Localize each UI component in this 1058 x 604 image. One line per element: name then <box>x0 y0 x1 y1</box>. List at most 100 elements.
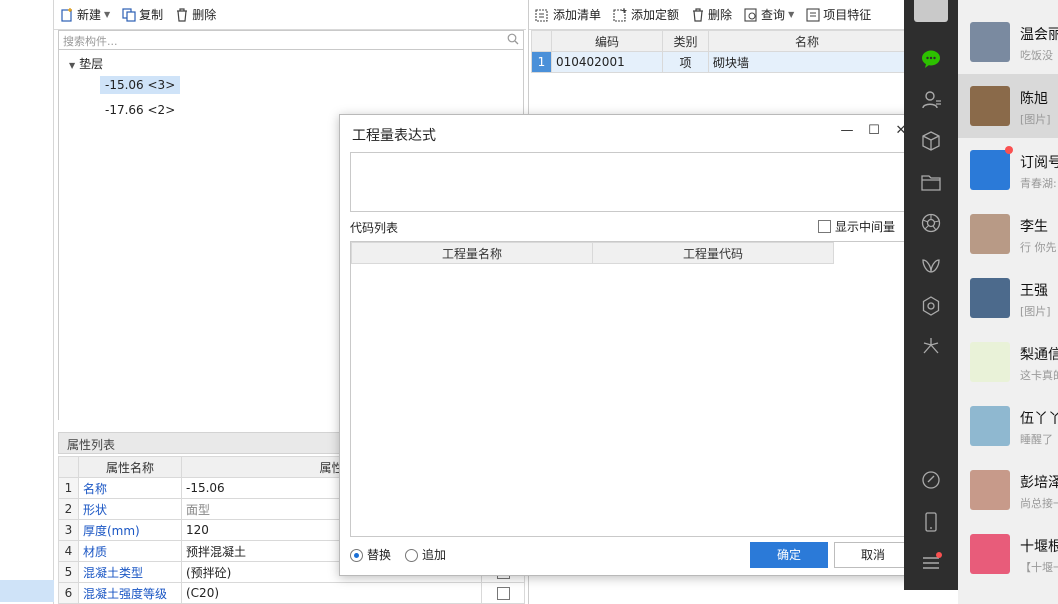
add-list-button[interactable]: 添加清单 <box>529 2 607 28</box>
prop-name: 形状 <box>78 498 182 520</box>
chat-preview: 这卡真的 <box>1020 369 1058 382</box>
trash-icon <box>177 7 188 22</box>
chat-name: 伍丫丫 <box>1020 411 1058 427</box>
search-placeholder: 搜索构件... <box>63 35 118 48</box>
mini-program-icon[interactable] <box>920 295 942 317</box>
quantity-header-code: 编码 <box>551 30 663 52</box>
new-icon <box>61 7 72 22</box>
row-number: 3 <box>58 519 79 541</box>
query-button[interactable]: 查询 ▼ <box>738 2 800 28</box>
chat-preview: 吃饭没 <box>1020 49 1053 62</box>
new-dropdown-icon[interactable]: ▼ <box>104 10 110 19</box>
add-quota-icon <box>613 7 627 22</box>
moments-icon[interactable] <box>920 212 942 234</box>
folder-icon[interactable] <box>920 171 942 193</box>
code-list-table: 工程量名称 工程量代码 <box>350 241 910 537</box>
delete-label: 删除 <box>192 8 217 22</box>
append-label: 追加 <box>422 548 447 562</box>
quantity-header-row: 编码 类别 名称 <box>531 30 906 52</box>
chat-icon[interactable] <box>920 48 942 70</box>
quantity-code[interactable]: 010402001 <box>551 51 663 73</box>
row-number: 4 <box>58 540 79 562</box>
phone-icon[interactable] <box>920 511 942 533</box>
left-nav-strip <box>0 0 54 604</box>
favorites-cube-icon[interactable] <box>920 130 942 152</box>
chat-preview: [图片] <box>1020 305 1051 318</box>
quantity-row-selected[interactable]: 1 010402001 项 砌块墙 <box>531 51 906 73</box>
col-quantity-code: 工程量代码 <box>592 242 834 264</box>
maximize-icon[interactable]: ☐ <box>864 123 884 138</box>
prop-name: 混凝土强度等级 <box>78 582 182 604</box>
menu-icon[interactable] <box>920 552 942 574</box>
copy-icon <box>122 7 136 22</box>
chat-preview: 青春湖: <box>1020 177 1057 190</box>
chat-preview: 睡醒了 <box>1020 433 1053 446</box>
prop-checkbox[interactable] <box>496 587 510 600</box>
chat-list-item[interactable]: 温会丽 吃饭没 <box>958 10 1058 74</box>
chat-name: 陈旭 <box>1020 91 1048 107</box>
props-row[interactable]: 6 混凝土强度等级 (C20) <box>58 582 525 604</box>
avatar[interactable] <box>914 0 948 22</box>
add-quota-button[interactable]: 添加定额 <box>607 2 685 28</box>
insert-mode-group: 替换 追加 <box>350 546 446 563</box>
row-number: 5 <box>58 561 79 583</box>
prop-value[interactable]: (C20) <box>181 582 482 604</box>
replace-radio[interactable] <box>350 549 363 562</box>
query-icon <box>744 7 757 22</box>
append-radio[interactable] <box>405 549 419 562</box>
component-search-input[interactable]: 搜索构件... <box>58 30 524 50</box>
search-feature-icon[interactable] <box>920 335 942 357</box>
new-button[interactable]: 新建 ▼ <box>54 2 116 28</box>
chat-list-item[interactable]: 梨通信 这卡真的 <box>958 330 1058 394</box>
quantity-header-name: 名称 <box>708 30 906 52</box>
expression-textarea[interactable] <box>350 152 910 212</box>
quantity-delete-button[interactable]: 删除 <box>685 2 738 28</box>
quantity-toolbar: 添加清单 添加定额 删除 查询 ▼ 项目特征 <box>529 0 905 30</box>
avatar <box>970 342 1010 382</box>
row-number: 1 <box>531 51 552 73</box>
prop-checkbox-cell <box>481 582 525 604</box>
expand-arrow-icon[interactable]: ▼ <box>69 61 75 70</box>
props-header-name: 属性名称 <box>78 456 182 478</box>
quantity-header-num <box>531 30 552 52</box>
quantity-delete-label: 删除 <box>708 8 733 22</box>
channels-icon[interactable] <box>920 255 942 277</box>
chat-name: 订阅号 <box>1020 155 1058 171</box>
search-icon[interactable] <box>507 33 519 45</box>
quantity-type[interactable]: 项 <box>662 51 709 73</box>
copy-button[interactable]: 复制 <box>116 2 169 28</box>
new-label: 新建 <box>77 8 102 22</box>
show-intermediate-checkbox[interactable] <box>818 220 831 233</box>
replace-option[interactable]: 替换 <box>350 546 391 563</box>
minimize-icon[interactable]: — <box>837 123 857 138</box>
link-icon[interactable] <box>920 469 942 491</box>
chat-list-item[interactable]: 彭培泽 尚总接一 <box>958 458 1058 522</box>
prop-name: 厚度(mm) <box>78 519 182 541</box>
item-features-label: 项目特征 <box>823 8 872 22</box>
query-dropdown-icon[interactable]: ▼ <box>788 10 794 19</box>
add-list-icon <box>535 8 548 22</box>
item-features-button[interactable]: 项目特征 <box>800 2 877 28</box>
prop-name: 材质 <box>78 540 182 562</box>
left-nav-selected-item[interactable] <box>0 580 54 602</box>
tree-item[interactable]: -17.66 <2> <box>105 103 175 117</box>
code-list-label: 代码列表 <box>350 221 399 235</box>
chat-list-item[interactable]: 十堰根 【十堰一 <box>958 522 1058 586</box>
chat-list-item[interactable]: 订阅号 青春湖: <box>958 138 1058 202</box>
delete-button[interactable]: 删除 <box>169 2 222 28</box>
chat-list-item[interactable]: 王强 [图片] <box>958 266 1058 330</box>
row-number: 2 <box>58 498 79 520</box>
append-option[interactable]: 追加 <box>405 546 446 563</box>
ok-button[interactable]: 确定 <box>750 542 828 568</box>
chat-list-item[interactable]: 李生 行 你先 <box>958 202 1058 266</box>
tree-root-node[interactable]: ▼ 垫层 <box>69 55 103 72</box>
contacts-icon[interactable] <box>920 89 942 111</box>
quantity-expression-dialog: 工程量表达式 — ☐ ✕ 代码列表 显示中间量 工程量名称 工程量代码 替换 追… <box>339 114 920 576</box>
tree-item-selected[interactable]: -15.06 <3> <box>100 76 181 94</box>
chat-list-item-active[interactable]: 陈旭 [图片] <box>958 74 1058 138</box>
cancel-button[interactable]: 取消 <box>834 542 912 568</box>
show-intermediate-toggle[interactable]: 显示中间量 <box>818 218 895 235</box>
quantity-name[interactable]: 砌块墙 <box>708 51 906 73</box>
chat-list-item[interactable]: 伍丫丫 睡醒了 <box>958 394 1058 458</box>
unread-dot <box>1005 146 1013 154</box>
